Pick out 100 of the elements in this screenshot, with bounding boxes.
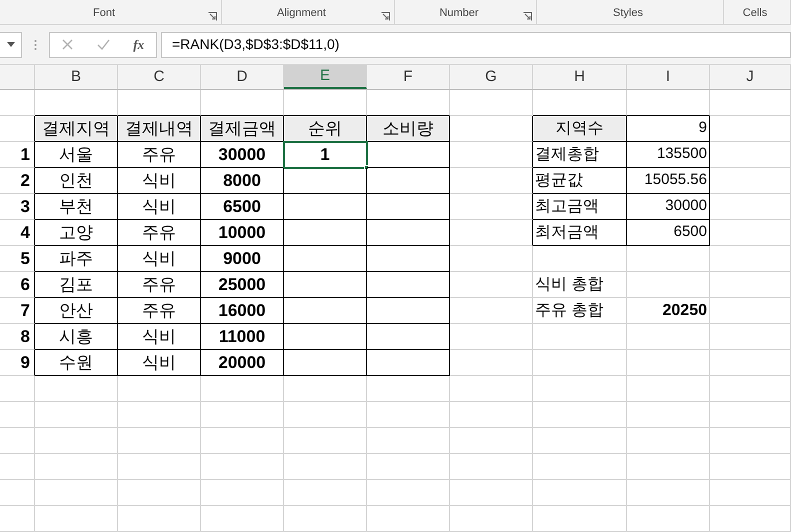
dialog-launcher-icon[interactable]	[381, 12, 390, 22]
column-heading: 결제금액	[208, 118, 276, 140]
table-cell[interactable]	[284, 350, 367, 376]
grid-cell[interactable]	[367, 194, 450, 220]
table-cell-text: 인천	[59, 170, 93, 192]
total-value: 20250	[662, 300, 708, 320]
summary-value: 15055.56	[644, 170, 708, 190]
column-heading: 소비량	[382, 118, 434, 140]
column-header[interactable]: E	[284, 65, 367, 89]
table-cell-text: 9000	[223, 248, 261, 270]
grid-cell[interactable]	[367, 220, 450, 246]
grid-cell[interactable]	[450, 142, 533, 168]
summary-label: 지역수	[556, 118, 604, 138]
cancel-icon[interactable]	[62, 39, 73, 50]
grid-cell[interactable]	[367, 142, 450, 168]
grid-cell[interactable]	[367, 272, 450, 298]
name-box[interactable]	[0, 32, 22, 58]
table-cell-text: 김포	[59, 274, 93, 296]
dialog-launcher-icon[interactable]	[208, 12, 217, 22]
table-cell-text: 20000	[218, 352, 266, 374]
table-cell-text: 식비	[142, 352, 176, 374]
column-header[interactable]: B	[35, 65, 118, 89]
table-cell-text: 주유	[142, 144, 176, 166]
table-cell[interactable]	[284, 194, 367, 220]
column-header[interactable]: H	[533, 65, 627, 89]
table-cell-text: 시흥	[59, 326, 93, 348]
table-cell-text: 주유	[142, 274, 176, 296]
summary-value: 30000	[665, 196, 708, 216]
row-number: 8	[20, 326, 31, 348]
table-cell-text: 식비	[142, 196, 176, 218]
ribbon-group-label: Alignment	[276, 6, 327, 21]
table-cell-text: 25000	[218, 274, 266, 296]
row-number: 6	[20, 274, 31, 296]
table-cell-text: 주유	[142, 300, 176, 322]
column-header[interactable]: I	[627, 65, 710, 89]
table-cell[interactable]	[284, 246, 367, 272]
grid-cell[interactable]	[367, 168, 450, 194]
checkmark-icon[interactable]	[96, 39, 110, 50]
row-number: 7	[20, 300, 31, 322]
column-header[interactable]: C	[118, 65, 201, 89]
grid-cell[interactable]	[367, 246, 450, 272]
ribbon-group-label: Number	[438, 6, 480, 21]
summary-label: 평균값	[534, 170, 583, 190]
table-cell-text: 16000	[218, 300, 266, 322]
row-number: 2	[20, 170, 31, 192]
total-label: 식비 총합	[534, 274, 604, 294]
column-header[interactable]: J	[710, 65, 791, 89]
summary-value: 135500	[656, 144, 708, 164]
ribbon-group-label: Cells	[742, 6, 768, 21]
summary-value: 9	[698, 118, 708, 138]
table-cell-text: 파주	[59, 248, 93, 270]
summary-label: 최고금액	[534, 196, 599, 216]
ribbon-group-label: Font	[92, 6, 116, 21]
grid-cell[interactable]	[367, 350, 450, 376]
table-cell[interactable]	[284, 324, 367, 350]
column-header[interactable]: F	[367, 65, 450, 89]
table-cell-text: 식비	[142, 170, 176, 192]
table-cell-text: 10000	[218, 222, 266, 244]
column-header[interactable]: G	[450, 65, 533, 89]
formula-input[interactable]: =RANK(D3,$D$3:$D$11,0)	[161, 32, 791, 58]
table-cell[interactable]	[284, 272, 367, 298]
grid-cell[interactable]	[450, 168, 533, 194]
row-number: 5	[20, 248, 31, 270]
column-heading: 순위	[308, 118, 342, 140]
insert-function-button[interactable]: fx	[133, 34, 144, 54]
table-cell-text: 부천	[59, 196, 93, 218]
row-number: 1	[20, 144, 31, 166]
dropdown-caret-icon	[6, 42, 14, 48]
table-cell-text: 30000	[218, 144, 266, 166]
grip-icon	[34, 38, 37, 51]
total-label: 주유 총합	[534, 300, 604, 320]
table-cell-text: 식비	[142, 326, 176, 348]
column-heading: 결제지역	[42, 118, 110, 140]
summary-label: 최저금액	[534, 222, 599, 242]
column-heading: 결제내역	[125, 118, 193, 140]
table-cell-text: 8000	[223, 170, 261, 192]
table-cell[interactable]	[284, 220, 367, 246]
grid-cell[interactable]	[450, 220, 533, 246]
grid-cell[interactable]	[450, 194, 533, 220]
table-cell-text: 고양	[59, 222, 93, 244]
fill-handle[interactable]	[364, 165, 369, 170]
row-number: 3	[20, 196, 31, 218]
table-cell-text: 수원	[59, 352, 93, 374]
table-cell-text: 1	[320, 144, 330, 166]
grid-cell[interactable]	[367, 324, 450, 350]
table-cell-text: 식비	[142, 248, 176, 270]
summary-value: 6500	[674, 222, 708, 242]
ribbon-group-label: Styles	[612, 6, 644, 21]
table-cell[interactable]	[284, 168, 367, 194]
table-cell-text: 안산	[59, 300, 93, 322]
table-cell-text: 서울	[59, 144, 93, 166]
table-cell-text: 주유	[142, 222, 176, 244]
selected-cell[interactable]: 1	[284, 142, 367, 168]
grid-cell[interactable]	[367, 298, 450, 324]
row-number: 4	[20, 222, 31, 244]
summary-label: 결제총합	[534, 144, 599, 164]
dialog-launcher-icon[interactable]	[523, 12, 532, 22]
table-cell[interactable]	[284, 298, 367, 324]
table-cell-text: 11000	[218, 326, 266, 348]
row-number: 9	[20, 352, 31, 374]
